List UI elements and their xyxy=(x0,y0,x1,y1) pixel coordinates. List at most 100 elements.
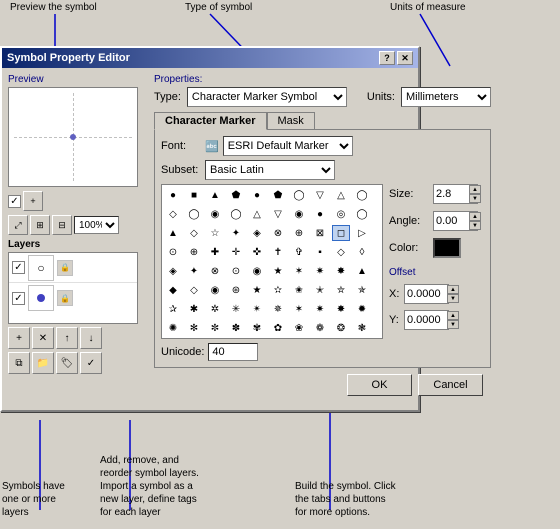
symbol-cell-27[interactable]: ⊠ xyxy=(311,225,329,241)
tab-character-marker[interactable]: Character Marker xyxy=(154,112,267,130)
symbol-cell-26[interactable]: ⊕ xyxy=(290,225,308,241)
size-down[interactable]: ▼ xyxy=(469,194,481,203)
symbol-cell-3[interactable]: ⬟ xyxy=(227,187,245,203)
size-up[interactable]: ▲ xyxy=(469,185,481,194)
symbol-cell-75[interactable]: ✿ xyxy=(269,320,287,336)
tab-mask[interactable]: Mask xyxy=(267,112,315,130)
zoom-fit-btn[interactable]: ⤢ xyxy=(8,215,28,235)
symbol-cell-17[interactable]: ● xyxy=(311,206,329,222)
symbol-cell-19[interactable]: ◯ xyxy=(353,206,371,222)
symbol-cell-77[interactable]: ❁ xyxy=(311,320,329,336)
zoom-extent-btn[interactable]: ⊞ xyxy=(30,215,50,235)
layer-up-btn[interactable]: ↑ xyxy=(56,327,78,349)
symbol-cell-36[interactable]: ✞ xyxy=(290,244,308,260)
symbol-cell-8[interactable]: △ xyxy=(332,187,350,203)
symbol-cell-1[interactable]: ■ xyxy=(185,187,203,203)
symbol-cell-72[interactable]: ✼ xyxy=(206,320,224,336)
symbol-cell-68[interactable]: ✸ xyxy=(332,301,350,317)
symbol-cell-51[interactable]: ◇ xyxy=(185,282,203,298)
layer2-lock[interactable]: 🔒 xyxy=(57,290,73,306)
symbol-cell-2[interactable]: ▲ xyxy=(206,187,224,203)
offset-x-up[interactable]: ▲ xyxy=(447,285,459,294)
layer-check-btn[interactable]: ✓ xyxy=(80,352,102,374)
layer-row-2[interactable]: 🔒 xyxy=(9,283,137,313)
symbol-cell-62[interactable]: ✲ xyxy=(206,301,224,317)
symbol-cell-44[interactable]: ◉ xyxy=(248,263,266,279)
symbol-grid[interactable]: ●■▲⬟●⬟◯▽△◯◇◯◉◯△▽◉●◎◯▲◇☆✦◈⊗⊕⊠◻▷⊙⊕✚✛✜✝✞▪◇◊… xyxy=(161,184,383,339)
symbol-cell-29[interactable]: ▷ xyxy=(353,225,371,241)
symbol-cell-28[interactable]: ◻ xyxy=(332,225,350,241)
symbol-cell-40[interactable]: ◈ xyxy=(164,263,182,279)
layer-row-1[interactable]: ○ 🔒 xyxy=(9,253,137,283)
symbol-cell-54[interactable]: ★ xyxy=(248,282,266,298)
symbol-cell-30[interactable]: ⊙ xyxy=(164,244,182,260)
offset-x-input[interactable] xyxy=(405,287,447,301)
symbol-cell-70[interactable]: ✺ xyxy=(164,320,182,336)
layer1-checkbox[interactable] xyxy=(12,261,25,274)
units-select[interactable]: Millimeters xyxy=(401,87,491,107)
ok-button[interactable]: OK xyxy=(347,374,412,396)
offset-y-up[interactable]: ▲ xyxy=(447,311,459,320)
symbol-cell-20[interactable]: ▲ xyxy=(164,225,182,241)
symbol-cell-47[interactable]: ✷ xyxy=(311,263,329,279)
symbol-cell-5[interactable]: ⬟ xyxy=(269,187,287,203)
size-input[interactable] xyxy=(434,187,469,201)
layer-tag-btn[interactable]: 🏷 xyxy=(56,352,78,374)
close-button[interactable]: ✕ xyxy=(397,51,413,65)
font-select[interactable]: ESRI Default Marker xyxy=(223,136,353,156)
layer-down-btn[interactable]: ↓ xyxy=(80,327,102,349)
symbol-cell-48[interactable]: ✸ xyxy=(332,263,350,279)
symbol-cell-39[interactable]: ◊ xyxy=(353,244,371,260)
symbol-cell-10[interactable]: ◇ xyxy=(164,206,182,222)
symbol-cell-9[interactable]: ◯ xyxy=(353,187,371,203)
symbol-cell-52[interactable]: ◉ xyxy=(206,282,224,298)
symbol-cell-13[interactable]: ◯ xyxy=(227,206,245,222)
add-layer-btn[interactable]: + xyxy=(23,191,43,211)
symbol-cell-76[interactable]: ❀ xyxy=(290,320,308,336)
symbol-cell-34[interactable]: ✜ xyxy=(248,244,266,260)
symbol-cell-63[interactable]: ✳ xyxy=(227,301,245,317)
symbol-cell-50[interactable]: ◆ xyxy=(164,282,182,298)
symbol-cell-53[interactable]: ⊛ xyxy=(227,282,245,298)
symbol-cell-4[interactable]: ● xyxy=(248,187,266,203)
symbol-cell-15[interactable]: ▽ xyxy=(269,206,287,222)
symbol-cell-33[interactable]: ✛ xyxy=(227,244,245,260)
symbol-cell-25[interactable]: ⊗ xyxy=(269,225,287,241)
symbol-cell-45[interactable]: ★ xyxy=(269,263,287,279)
symbol-cell-57[interactable]: ✭ xyxy=(311,282,329,298)
symbol-cell-78[interactable]: ❂ xyxy=(332,320,350,336)
symbol-cell-41[interactable]: ✦ xyxy=(185,263,203,279)
symbol-cell-49[interactable]: ▲ xyxy=(353,263,371,279)
symbol-cell-16[interactable]: ◉ xyxy=(290,206,308,222)
layer-copy-btn[interactable]: ⧉ xyxy=(8,352,30,374)
symbol-cell-74[interactable]: ✾ xyxy=(248,320,266,336)
subset-select[interactable]: Basic Latin xyxy=(205,160,335,180)
symbol-cell-67[interactable]: ✷ xyxy=(311,301,329,317)
symbol-cell-22[interactable]: ☆ xyxy=(206,225,224,241)
symbol-cell-31[interactable]: ⊕ xyxy=(185,244,203,260)
zoom-select[interactable]: 100% xyxy=(74,216,119,234)
symbol-cell-38[interactable]: ◇ xyxy=(332,244,350,260)
zoom-fixed-btn[interactable]: ⊟ xyxy=(52,215,72,235)
angle-up[interactable]: ▲ xyxy=(469,212,481,221)
symbol-cell-55[interactable]: ✫ xyxy=(269,282,287,298)
preview-checkbox[interactable] xyxy=(8,195,21,208)
layer1-lock[interactable]: 🔒 xyxy=(57,260,73,276)
color-swatch[interactable] xyxy=(433,238,461,258)
symbol-cell-60[interactable]: ✰ xyxy=(164,301,182,317)
symbol-cell-61[interactable]: ✱ xyxy=(185,301,203,317)
symbol-cell-24[interactable]: ◈ xyxy=(248,225,266,241)
symbol-cell-59[interactable]: ✯ xyxy=(353,282,371,298)
layer2-checkbox[interactable] xyxy=(12,292,25,305)
symbol-cell-37[interactable]: ▪ xyxy=(311,244,329,260)
symbol-cell-42[interactable]: ⊗ xyxy=(206,263,224,279)
symbol-cell-6[interactable]: ◯ xyxy=(290,187,308,203)
symbol-cell-23[interactable]: ✦ xyxy=(227,225,245,241)
layer-import-btn[interactable]: 📁 xyxy=(32,352,54,374)
unicode-input[interactable] xyxy=(208,343,258,361)
type-select[interactable]: Character Marker Symbol xyxy=(187,87,347,107)
symbol-cell-56[interactable]: ✬ xyxy=(290,282,308,298)
offset-y-down[interactable]: ▼ xyxy=(447,320,459,329)
symbol-cell-43[interactable]: ⊙ xyxy=(227,263,245,279)
symbol-cell-69[interactable]: ✹ xyxy=(353,301,371,317)
